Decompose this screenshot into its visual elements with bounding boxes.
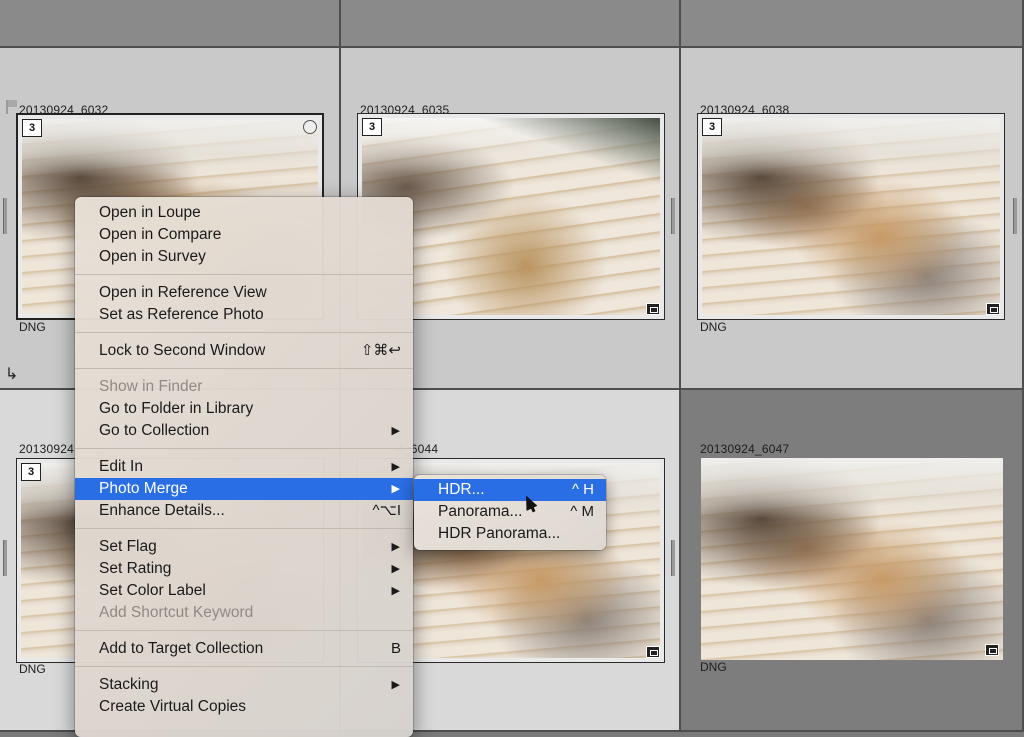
menu-item-shortcut: ^⌥I <box>372 502 402 519</box>
photo-image <box>701 458 1003 660</box>
menu-separator <box>75 448 413 449</box>
menu-item-label: Open in Reference View <box>99 284 267 301</box>
drag-handle[interactable] <box>3 540 7 576</box>
menu-item-label: Show in Finder <box>99 378 203 395</box>
menu-item-label: Set Flag <box>99 538 157 555</box>
menu-item-open-in-loupe[interactable]: Open in Loupe <box>75 202 413 224</box>
menu-item-open-in-reference-view[interactable]: Open in Reference View <box>75 282 413 304</box>
menu-item-label: Go to Collection <box>99 422 210 439</box>
menu-item-shortcut: B <box>390 640 401 657</box>
submenu-arrow-icon: ▶ <box>391 541 400 553</box>
stack-count-badge[interactable]: 3 <box>22 119 42 137</box>
menu-item-label: Set Color Label <box>99 582 206 599</box>
submenu-arrow-icon: ▶ <box>391 461 400 473</box>
filename-label: 20130924 <box>19 442 74 456</box>
menu-item-edit-in[interactable]: Edit In ▶ <box>75 456 413 478</box>
menu-item-create-virtual-copies[interactable]: Create Virtual Copies <box>75 696 413 718</box>
menu-item-label: Create Virtual Copies <box>99 698 247 715</box>
stack-icon[interactable] <box>985 644 999 656</box>
stack-icon[interactable] <box>646 646 660 658</box>
menu-item-set-as-reference-photo[interactable]: Set as Reference Photo <box>75 304 413 326</box>
menu-separator <box>75 528 413 529</box>
menu-item-label: Open in Compare <box>99 226 222 243</box>
menu-item-hdr[interactable]: HDR... ^ H <box>414 479 606 501</box>
menu-separator <box>75 332 413 333</box>
menu-item-go-to-folder-in-library[interactable]: Go to Folder in Library <box>75 398 413 420</box>
submenu-arrow-icon: ▶ <box>391 483 400 495</box>
menu-separator <box>75 368 413 369</box>
stack-icon[interactable] <box>646 303 660 315</box>
menu-item-label: Set as Reference Photo <box>99 306 264 323</box>
menu-item-label: Add to Target Collection <box>99 640 264 657</box>
drag-handle[interactable] <box>1013 198 1017 234</box>
menu-item-hdr-panorama[interactable]: HDR Panorama... <box>414 523 606 545</box>
format-label: DNG <box>700 320 727 334</box>
menu-item-lock-to-second-window[interactable]: Lock to Second Window ⇧⌘↩ <box>75 340 413 362</box>
format-label: DNG <box>19 320 46 334</box>
submenu-arrow-icon: ▶ <box>391 585 400 597</box>
menu-item-open-in-survey[interactable]: Open in Survey <box>75 246 413 268</box>
menu-item-photo-merge[interactable]: Photo Merge ▶ <box>75 478 413 500</box>
flag-icon[interactable] <box>6 100 18 114</box>
drag-handle[interactable] <box>671 198 675 234</box>
thumbnail[interactable]: 3 <box>697 113 1005 320</box>
grid-cell-top[interactable] <box>341 0 681 48</box>
menu-item-stacking[interactable]: Stacking ▶ <box>75 674 413 696</box>
menu-item-enhance-details[interactable]: Enhance Details... ^⌥I <box>75 500 413 522</box>
menu-item-show-in-finder: Show in Finder <box>75 376 413 398</box>
stack-count-badge[interactable]: 3 <box>702 118 722 136</box>
menu-item-shortcut: ^ H <box>571 481 594 498</box>
submenu-arrow-icon: ▶ <box>391 425 400 437</box>
menu-item-panorama[interactable]: Panorama... ^ M <box>414 501 606 523</box>
drag-handle[interactable] <box>671 540 675 576</box>
stack-count-badge[interactable]: 3 <box>21 463 41 481</box>
stack-count-badge[interactable]: 3 <box>362 118 382 136</box>
menu-item-label: HDR Panorama... <box>438 525 561 542</box>
stack-return-icon[interactable]: ↳ <box>5 364 18 384</box>
menu-item-label: Stacking <box>99 676 159 693</box>
menu-item-label: HDR... <box>438 481 485 498</box>
menu-item-label: Go to Folder in Library <box>99 400 254 417</box>
menu-item-shortcut: ⇧⌘↩ <box>360 342 401 359</box>
format-label: DNG <box>700 660 727 674</box>
grid-cell-6[interactable]: 20130924_6047 DNG <box>681 390 1024 732</box>
menu-item-label: Edit In <box>99 458 143 475</box>
menu-separator <box>75 630 413 631</box>
grid-cell-top[interactable] <box>681 0 1024 48</box>
menu-separator <box>75 274 413 275</box>
thumbnail[interactable] <box>701 458 1003 660</box>
menu-item-go-to-collection[interactable]: Go to Collection ▶ <box>75 420 413 442</box>
menu-item-add-shortcut-keyword: Add Shortcut Keyword <box>75 602 413 624</box>
format-label: DNG <box>19 662 46 676</box>
submenu-arrow-icon: ▶ <box>391 563 400 575</box>
photo-image <box>702 118 1000 315</box>
context-menu: Open in Loupe Open in Compare Open in Surv… <box>75 197 413 737</box>
menu-item-set-rating[interactable]: Set Rating ▶ <box>75 558 413 580</box>
grid-cell-top[interactable] <box>0 0 341 48</box>
menu-item-label: Panorama... <box>438 503 523 520</box>
quick-collection-icon[interactable] <box>303 120 317 134</box>
menu-item-open-in-compare[interactable]: Open in Compare <box>75 224 413 246</box>
menu-item-label: Set Rating <box>99 560 172 577</box>
menu-item-set-color-label[interactable]: Set Color Label ▶ <box>75 580 413 602</box>
menu-item-label: Open in Loupe <box>99 204 201 221</box>
menu-item-label: Add Shortcut Keyword <box>99 604 254 621</box>
menu-separator <box>75 666 413 667</box>
menu-item-shortcut: ^ M <box>570 503 594 520</box>
drag-handle[interactable] <box>3 198 7 234</box>
menu-item-label: Enhance Details... <box>99 502 225 519</box>
stack-icon[interactable] <box>986 303 1000 315</box>
menu-item-set-flag[interactable]: Set Flag ▶ <box>75 536 413 558</box>
filename-label: 20130924_6047 <box>700 442 790 456</box>
menu-item-add-to-target-collection[interactable]: Add to Target Collection B <box>75 638 413 660</box>
menu-item-label: Open in Survey <box>99 248 206 265</box>
grid-cell-3[interactable]: 20130924_6038 3 DNG <box>681 48 1024 390</box>
menu-item-label: Photo Merge <box>99 480 188 497</box>
photo-merge-submenu: HDR... ^ H Panorama... ^ M HDR Panorama... <box>414 475 606 550</box>
menu-item-label: Lock to Second Window <box>99 342 266 359</box>
submenu-arrow-icon: ▶ <box>391 679 400 691</box>
